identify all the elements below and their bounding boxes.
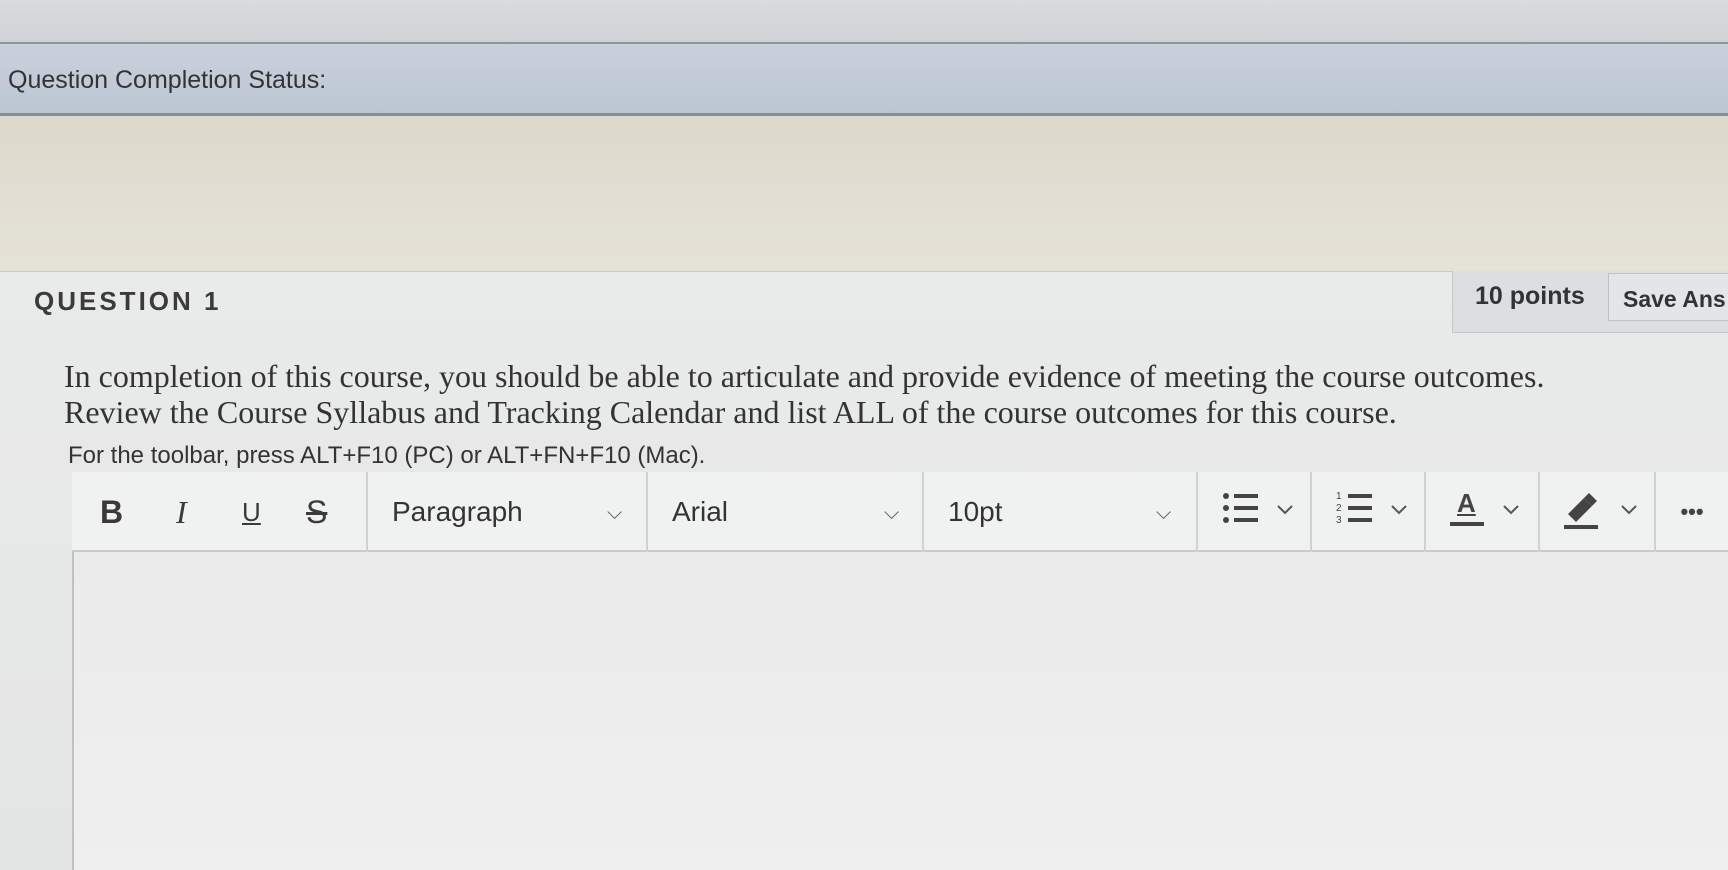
more-options-icon: ••• — [1680, 499, 1704, 524]
prompt-line-2: Review the Course Syllabus and Tracking … — [64, 394, 1397, 430]
svg-text:2: 2 — [1336, 503, 1342, 514]
block-format-dropdown[interactable]: Paragraph — [366, 472, 646, 552]
points-value: 10 points — [1475, 282, 1585, 310]
question-title: QUESTION 1 — [34, 286, 222, 316]
chevron-down-icon: ⌵ — [884, 502, 900, 524]
highlight-icon — [1564, 493, 1598, 529]
question-prompt: In completion of this course, you should… — [64, 358, 1724, 430]
question-completion-status-bar: Question Completion Status: — [0, 42, 1728, 116]
chevron-down-icon — [1621, 505, 1637, 515]
font-size-value: 10pt — [948, 496, 1003, 527]
font-family-value: Arial — [672, 496, 729, 527]
block-format-value: Paragraph — [392, 496, 523, 527]
font-size-dropdown[interactable]: 10pt — [922, 472, 1196, 552]
svg-text:1: 1 — [1336, 491, 1342, 502]
more-options-button[interactable]: ••• — [1654, 472, 1728, 552]
status-label: Question Completion Status: — [8, 66, 327, 94]
spacer-band — [0, 116, 1728, 271]
svg-text:3: 3 — [1336, 515, 1342, 526]
strikethrough-button[interactable]: S — [306, 472, 336, 552]
top-strip — [0, 0, 1728, 42]
chevron-down-icon: ⌵ — [607, 502, 623, 524]
editor-content-area[interactable] — [74, 552, 1728, 870]
chevron-down-icon — [1391, 505, 1407, 515]
italic-button[interactable]: I — [176, 472, 206, 552]
chevron-down-icon: ⌵ — [1156, 502, 1172, 524]
numbered-list-icon: 1 2 3 — [1336, 491, 1372, 526]
font-family-dropdown[interactable]: Arial — [646, 472, 922, 552]
save-answer-button[interactable]: Save Ans — [1608, 273, 1728, 321]
chevron-down-icon — [1277, 505, 1293, 515]
prompt-line-1: In completion of this course, you should… — [64, 358, 1545, 394]
text-color-glyph: A — [1457, 488, 1476, 518]
text-color-swatch — [1450, 522, 1484, 526]
text-color-icon: A — [1448, 484, 1484, 528]
chevron-down-icon — [1503, 505, 1519, 515]
bullet-list-icon — [1223, 493, 1258, 523]
underline-button[interactable]: U — [242, 472, 272, 552]
bold-button[interactable]: B — [100, 472, 136, 552]
toolbar-hint: For the toolbar, press ALT+F10 (PC) or A… — [68, 442, 706, 469]
